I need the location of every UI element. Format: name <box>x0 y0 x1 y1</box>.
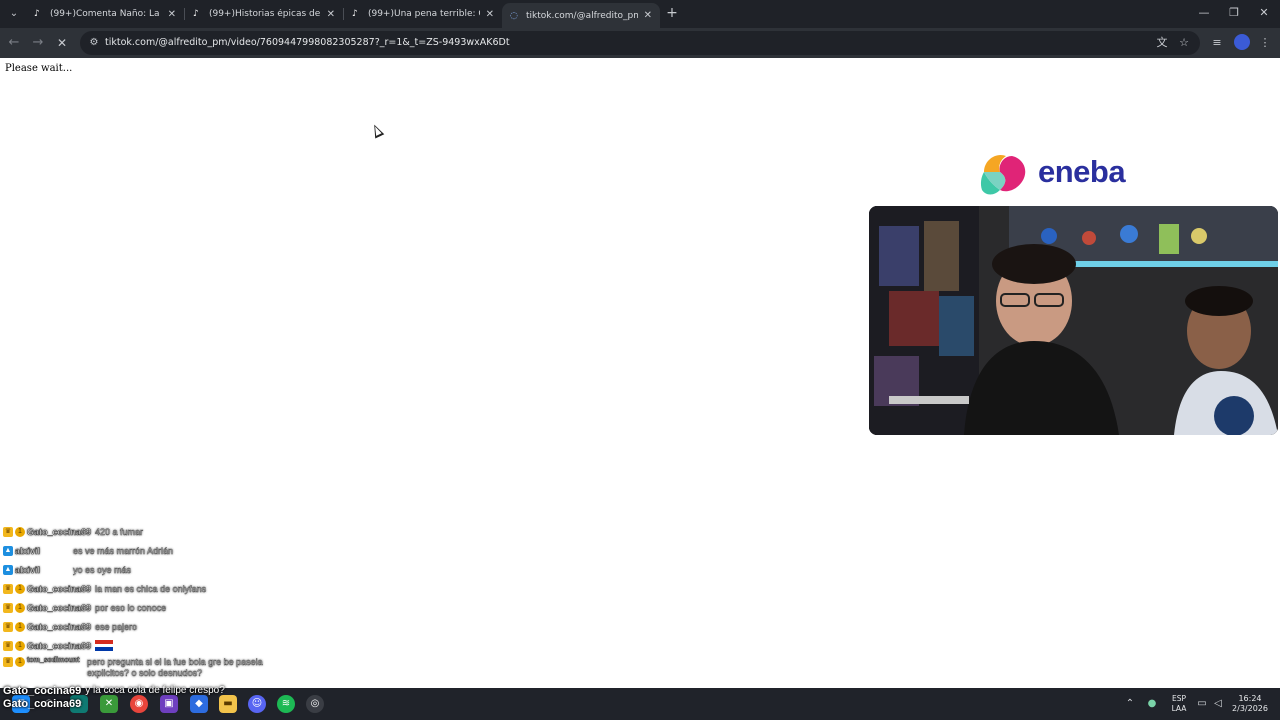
forward-icon[interactable]: → <box>29 34 47 52</box>
bookmark-star-icon[interactable]: ☆ <box>1176 35 1192 51</box>
chat-message: ▲ alxivil yo es oye más <box>3 560 303 579</box>
clock-time: 16:24 <box>1238 694 1262 703</box>
paraguay-flag-icon <box>95 640 114 651</box>
coin-badge-icon: 1 <box>15 583 25 594</box>
menu-kebab-icon[interactable]: ⋮ <box>1256 34 1274 52</box>
chat-text: es ve más marrón Adrián <box>73 545 174 556</box>
chat-text: 420 a fumar <box>95 526 144 537</box>
close-icon[interactable]: ✕ <box>327 9 335 20</box>
chat-text: pero pregunta si el la fue bola gre be p… <box>87 657 263 679</box>
chat-username: Gato_cocina69 <box>27 602 92 613</box>
tab-strip: ⌄ ♪ (99+)Comenta Ñaño: La belleza ✕ ♪ (9… <box>0 0 1280 28</box>
tiktok-icon: ♪ <box>193 9 199 19</box>
close-window-icon[interactable]: ✕ <box>1250 4 1278 22</box>
profile-avatar[interactable] <box>1234 34 1250 50</box>
coin-badge-icon: 1 <box>15 526 25 537</box>
chat-overlay: ♛ 1 Gato_cocina69 420 a fumar ▲ alxivil … <box>3 522 303 681</box>
clock-date: 2/3/2026 <box>1232 704 1268 713</box>
crown-badge-icon: ♛ <box>3 657 13 667</box>
minimize-icon[interactable]: — <box>1190 4 1218 22</box>
sponsor-name: eneba <box>1038 154 1126 189</box>
system-clock[interactable]: 16:24 2/3/2026 <box>1228 694 1272 714</box>
close-icon[interactable]: ✕ <box>486 9 494 20</box>
loading-message: Please wait... <box>5 63 73 74</box>
chat-message: ♛ 1 tom_sodimount pero pregunta si el la… <box>3 655 303 681</box>
microphone-icon[interactable]: ● <box>1144 696 1160 712</box>
loading-icon: ◌ <box>510 10 518 21</box>
tab-title: (99+)Una pena terrible: Oliver y <box>367 9 480 19</box>
chat-message: ♛ 1 Gato_cocina69 <box>3 636 303 655</box>
chat-text: ese pajero <box>95 621 138 632</box>
tab-search-icon[interactable]: ⌄ <box>6 6 22 22</box>
stop-loading-icon[interactable]: ✕ <box>53 34 71 52</box>
chat-text: por eso lo conoce <box>95 602 167 613</box>
tiktok-icon: ♪ <box>352 9 358 19</box>
tab-una-pena[interactable]: ♪ (99+)Una pena terrible: Oliver y ✕ <box>344 0 502 28</box>
chat-username: Gato_cocina69 <box>27 640 92 651</box>
chat-username: alxivil <box>15 545 41 556</box>
close-icon[interactable]: ✕ <box>168 9 176 20</box>
site-info-icon[interactable]: ⚙ <box>86 35 102 51</box>
reading-list-icon[interactable]: ≡ <box>1208 34 1226 52</box>
eneba-logo-icon <box>980 154 1026 195</box>
webcam-feed <box>869 206 1278 435</box>
chat-username: Gato_cocina69 <box>27 583 92 594</box>
prime-badge-icon: ▲ <box>3 545 13 556</box>
chat-text: yo es oye más <box>73 564 132 575</box>
chevron-up-icon[interactable]: ⌃ <box>1122 696 1138 712</box>
back-icon[interactable]: ← <box>5 34 23 52</box>
chat-username: Gato_cocina69 <box>27 621 92 632</box>
coin-badge-icon: 1 <box>15 640 25 651</box>
url-text[interactable]: tiktok.com/@alfredito_pm/video/760944799… <box>105 37 510 48</box>
crown-badge-icon: ♛ <box>3 602 13 613</box>
speaker-icon[interactable]: ◁ <box>1210 696 1226 712</box>
crown-badge-icon: ♛ <box>3 583 13 594</box>
chat-message: Gato_cocina69 <box>3 697 303 710</box>
chat-username: tom_sodimount <box>27 657 80 665</box>
keyboard-layout: LAA <box>1171 704 1187 713</box>
chat-message: ♛ 1 Gato_cocina69 por eso lo conoce <box>3 598 303 617</box>
crown-badge-icon: ♛ <box>3 526 13 537</box>
sponsor-logo: eneba <box>978 150 1148 200</box>
crown-badge-icon: ♛ <box>3 621 13 632</box>
chat-message: ♛ 1 Gato_cocina69 la man es chica de onl… <box>3 579 303 598</box>
tab-comenta[interactable]: ♪ (99+)Comenta Ñaño: La belleza ✕ <box>26 0 184 28</box>
chat-message: ♛ 1 Gato_cocina69 420 a fumar <box>3 522 303 541</box>
chat-text: y la coca cola de felipe crespo? <box>85 685 225 696</box>
tiktok-icon: ♪ <box>34 9 40 19</box>
chat-message: ▲ alxivil es ve más marrón Adrián <box>3 541 303 560</box>
crown-badge-icon: ♛ <box>3 640 13 651</box>
input-language-indicator[interactable]: ESP LAA <box>1168 694 1190 714</box>
chat-username: alxivil <box>15 564 41 575</box>
new-tab-icon[interactable]: + <box>664 5 680 21</box>
webcam-image <box>869 206 1278 435</box>
chat-text: la man es chica de onlyfans <box>95 583 207 594</box>
chat-username: Gato_cocina69 <box>3 684 82 697</box>
mouse-cursor-icon <box>369 122 385 139</box>
coin-badge-icon: 1 <box>15 657 25 667</box>
address-bar[interactable]: ⚙ tiktok.com/@alfredito_pm/video/7609447… <box>80 31 1200 55</box>
chat-username: Gato_cocina69 <box>3 697 82 710</box>
language-code: ESP <box>1171 694 1187 703</box>
browser-toolbar: ← → ✕ ⚙ tiktok.com/@alfredito_pm/video/7… <box>0 28 1280 58</box>
chat-username: Gato_cocina69 <box>27 526 92 537</box>
close-icon[interactable]: ✕ <box>644 10 652 21</box>
tab-title: (99+)Comenta Ñaño: La belleza <box>49 9 162 19</box>
tab-tiktok-video[interactable]: ◌ tiktok.com/@alfredito_pm/vide ✕ <box>502 3 660 28</box>
chat-overlay-bottom: Gato_cocina69 y la coca cola de felipe c… <box>3 684 303 710</box>
translate-icon[interactable]: 文 <box>1154 35 1170 51</box>
coin-badge-icon: 1 <box>15 602 25 613</box>
chat-message: Gato_cocina69 y la coca cola de felipe c… <box>3 684 303 697</box>
tab-historias[interactable]: ♪ (99+)Historias épicas de béisbol ✕ <box>185 0 343 28</box>
coin-badge-icon: 1 <box>15 621 25 632</box>
obs-icon[interactable]: ◎ <box>306 695 324 713</box>
chat-message: ♛ 1 Gato_cocina69 ese pajero <box>3 617 303 636</box>
network-icon[interactable]: ▭ <box>1194 696 1210 712</box>
restore-icon[interactable]: ❐ <box>1220 4 1248 22</box>
tab-title: tiktok.com/@alfredito_pm/vide <box>525 10 638 21</box>
prime-badge-icon: ▲ <box>3 564 13 575</box>
tab-title: (99+)Historias épicas de béisbol <box>208 9 321 19</box>
